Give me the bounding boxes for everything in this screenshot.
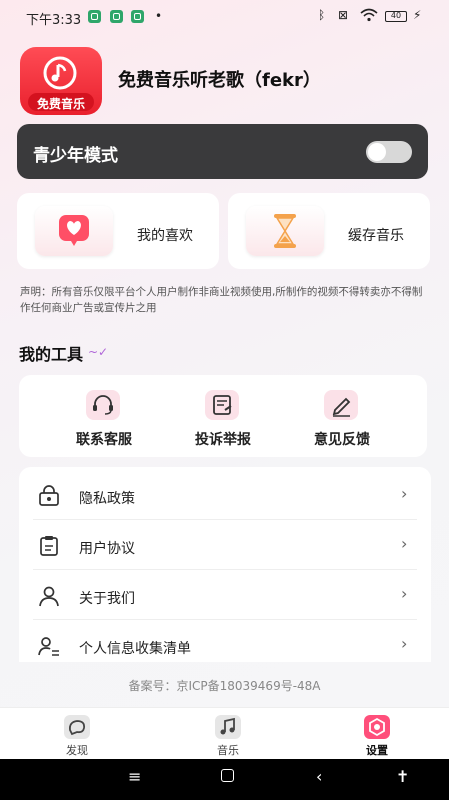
music-disc-icon bbox=[43, 56, 77, 90]
menu-icon[interactable]: ≡ bbox=[128, 767, 141, 786]
chevron-right-icon: › bbox=[401, 584, 408, 603]
discover-icon bbox=[64, 715, 90, 739]
report-label: 投诉举报 bbox=[195, 432, 251, 448]
list-item-label: 隐私政策 bbox=[79, 491, 135, 507]
title-decoration: ~✓ bbox=[88, 345, 109, 359]
hourglass-icon bbox=[246, 206, 324, 256]
bluetooth-icon: ᛒ bbox=[318, 8, 326, 22]
icp-record-text: 备案号：京ICP备18039469号-48A bbox=[128, 679, 321, 693]
notification-icon bbox=[131, 10, 144, 23]
cached-music-label: 缓存音乐 bbox=[348, 228, 404, 244]
more-notifications-icon: • bbox=[155, 9, 163, 23]
user-list-icon bbox=[38, 637, 59, 656]
notification-icon bbox=[88, 10, 101, 23]
list-item-about-us[interactable]: 关于我们 › bbox=[19, 570, 431, 620]
tab-discover[interactable]: 发现 bbox=[37, 708, 117, 760]
report-button[interactable]: 投诉举报 bbox=[158, 375, 288, 457]
list-item-user-agreement[interactable]: 用户协议 › bbox=[19, 520, 431, 570]
chevron-right-icon: › bbox=[401, 634, 408, 653]
tools-section-title: 我的工具 bbox=[19, 345, 84, 364]
list-item-label: 关于我们 bbox=[79, 591, 135, 607]
headset-icon bbox=[86, 390, 120, 420]
tab-label: 音乐 bbox=[217, 744, 239, 757]
settings-icon bbox=[364, 715, 390, 739]
settings-list: 隐私政策 › 用户协议 › 关于我们 › 个人信息收集清单 › bbox=[19, 467, 431, 662]
accessibility-icon[interactable]: ✝ bbox=[396, 767, 409, 786]
logo-text: 免费音乐 bbox=[36, 97, 85, 111]
tools-panel: 联系客服 投诉举报 意见反馈 bbox=[19, 375, 427, 457]
list-item-privacy-policy[interactable]: 隐私政策 › bbox=[19, 470, 431, 520]
list-item-label: 用户协议 bbox=[79, 541, 135, 557]
feedback-label: 意见反馈 bbox=[314, 432, 370, 448]
chevron-right-icon: › bbox=[401, 534, 408, 553]
battery-icon: 40 bbox=[385, 11, 407, 22]
wifi-icon bbox=[360, 8, 378, 25]
status-bar: 下午3:33 • ᛒ ⊠ 40 ⚡ bbox=[0, 0, 449, 34]
youth-mode-label: 青少年模式 bbox=[33, 146, 118, 166]
tab-music[interactable]: 音乐 bbox=[188, 708, 268, 760]
home-icon[interactable] bbox=[221, 769, 234, 782]
feedback-button[interactable]: 意见反馈 bbox=[277, 375, 407, 457]
contact-support-label: 联系客服 bbox=[76, 432, 132, 448]
youth-mode-bar: 青少年模式 bbox=[17, 124, 428, 179]
app-title: 免费音乐听老歌（fekr） bbox=[118, 70, 321, 91]
user-icon bbox=[39, 586, 59, 607]
cached-music-card[interactable]: 缓存音乐 bbox=[228, 193, 430, 269]
system-navigation-bar: ≡ ‹ ✝ bbox=[0, 759, 449, 800]
list-item-label: 个人信息收集清单 bbox=[79, 641, 191, 657]
chevron-right-icon: › bbox=[401, 484, 408, 503]
tab-label: 设置 bbox=[366, 744, 388, 757]
lock-icon bbox=[39, 485, 59, 506]
tab-label: 发现 bbox=[66, 744, 88, 757]
report-icon bbox=[205, 390, 239, 420]
favorites-card[interactable]: 我的喜欢 bbox=[17, 193, 219, 269]
notification-icon bbox=[110, 10, 123, 23]
charging-icon: ⚡ bbox=[413, 8, 422, 22]
bottom-tab-bar: 发现 音乐 设置 bbox=[0, 707, 449, 760]
back-icon[interactable]: ‹ bbox=[316, 767, 322, 786]
list-item-personal-info[interactable]: 个人信息收集清单 › bbox=[19, 620, 431, 662]
favorites-label: 我的喜欢 bbox=[137, 228, 193, 244]
edit-icon bbox=[324, 390, 358, 420]
status-time: 下午3:33 bbox=[26, 13, 82, 28]
disclaimer-text: 声明：所有音乐仅限平台个人用户制作非商业视频使用,所制作的视频不得转卖亦不得制作… bbox=[20, 286, 423, 314]
contact-support-button[interactable]: 联系客服 bbox=[39, 375, 169, 457]
tab-settings[interactable]: 设置 bbox=[337, 708, 417, 760]
music-note-icon bbox=[215, 715, 241, 739]
sim-icon: ⊠ bbox=[338, 8, 349, 22]
clipboard-icon bbox=[40, 536, 58, 556]
app-logo: 免费音乐 bbox=[20, 47, 102, 115]
youth-mode-toggle[interactable] bbox=[366, 141, 412, 163]
heart-icon bbox=[35, 206, 113, 256]
